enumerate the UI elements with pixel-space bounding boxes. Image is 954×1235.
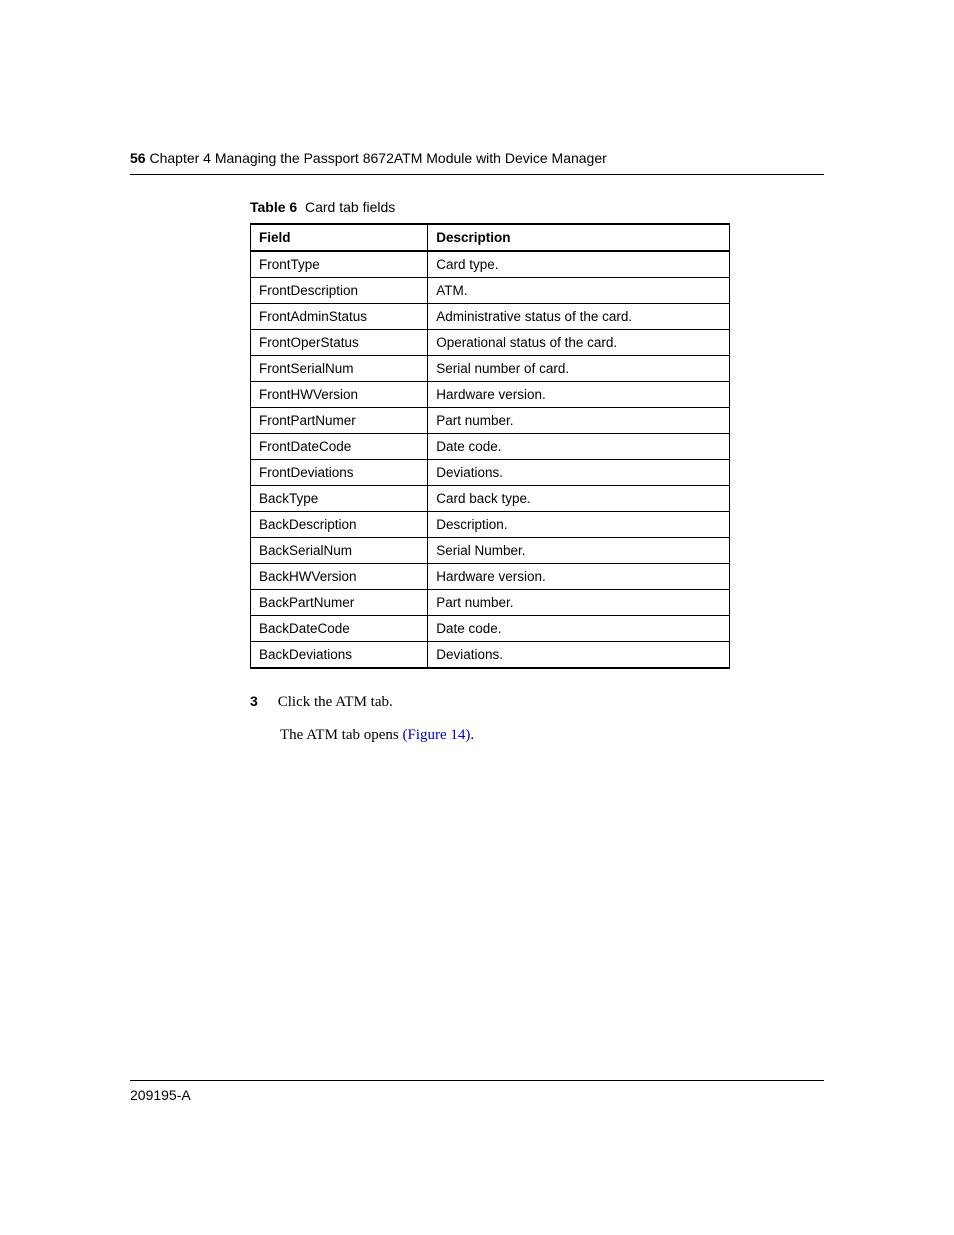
cell-field: BackType bbox=[251, 486, 428, 512]
col-header-description: Description bbox=[428, 224, 730, 251]
card-tab-fields-table: Field Description FrontTypeCard type.Fro… bbox=[250, 223, 730, 669]
cell-field: BackDeviations bbox=[251, 642, 428, 669]
page-number: 56 bbox=[130, 150, 146, 166]
cell-description: Card type. bbox=[428, 251, 730, 278]
table-row: BackPartNumerPart number. bbox=[251, 590, 730, 616]
chapter-title: Chapter 4 Managing the Passport 8672ATM … bbox=[149, 150, 606, 166]
cell-description: Card back type. bbox=[428, 486, 730, 512]
cell-description: Description. bbox=[428, 512, 730, 538]
cell-description: Date code. bbox=[428, 616, 730, 642]
table-row: BackTypeCard back type. bbox=[251, 486, 730, 512]
cell-field: BackHWVersion bbox=[251, 564, 428, 590]
cell-description: Date code. bbox=[428, 434, 730, 460]
body-paragraph: The ATM tab opens (Figure 14). bbox=[280, 727, 824, 744]
cell-field: BackSerialNum bbox=[251, 538, 428, 564]
cell-description: Part number. bbox=[428, 590, 730, 616]
table-row: FrontPartNumerPart number. bbox=[251, 408, 730, 434]
page-header: 56 Chapter 4 Managing the Passport 8672A… bbox=[130, 150, 824, 175]
cell-field: BackPartNumer bbox=[251, 590, 428, 616]
cell-field: FrontPartNumer bbox=[251, 408, 428, 434]
body-suffix: . bbox=[470, 727, 474, 743]
table-caption: Table 6 Card tab fields bbox=[250, 199, 824, 215]
table-row: FrontHWVersionHardware version. bbox=[251, 382, 730, 408]
cell-description: Deviations. bbox=[428, 642, 730, 669]
table-row: BackDeviationsDeviations. bbox=[251, 642, 730, 669]
cell-field: FrontDeviations bbox=[251, 460, 428, 486]
step-3: 3 Click the ATM tab. bbox=[250, 693, 824, 711]
cell-description: Operational status of the card. bbox=[428, 330, 730, 356]
col-header-field: Field bbox=[251, 224, 428, 251]
cell-description: ATM. bbox=[428, 278, 730, 304]
table-row: FrontTypeCard type. bbox=[251, 251, 730, 278]
cell-description: Deviations. bbox=[428, 460, 730, 486]
doc-id: 209195-A bbox=[130, 1087, 191, 1103]
table-header-row: Field Description bbox=[251, 224, 730, 251]
cell-field: BackDescription bbox=[251, 512, 428, 538]
table-row: BackDateCodeDate code. bbox=[251, 616, 730, 642]
cell-description: Hardware version. bbox=[428, 382, 730, 408]
cell-description: Serial Number. bbox=[428, 538, 730, 564]
table-row: BackSerialNumSerial Number. bbox=[251, 538, 730, 564]
table-caption-text: Card tab fields bbox=[305, 199, 395, 215]
cell-field: FrontOperStatus bbox=[251, 330, 428, 356]
body-prefix: The ATM tab opens bbox=[280, 727, 402, 743]
table-row: BackDescriptionDescription. bbox=[251, 512, 730, 538]
cell-field: FrontType bbox=[251, 251, 428, 278]
cell-field: FrontDateCode bbox=[251, 434, 428, 460]
cell-description: Part number. bbox=[428, 408, 730, 434]
table-row: FrontAdminStatusAdministrative status of… bbox=[251, 304, 730, 330]
cell-field: FrontDescription bbox=[251, 278, 428, 304]
table-row: FrontOperStatusOperational status of the… bbox=[251, 330, 730, 356]
table-row: FrontDescriptionATM. bbox=[251, 278, 730, 304]
table-label: Table 6 bbox=[250, 199, 297, 215]
table-row: FrontSerialNumSerial number of card. bbox=[251, 356, 730, 382]
page-footer: 209195-A bbox=[130, 1080, 824, 1105]
cell-field: FrontSerialNum bbox=[251, 356, 428, 382]
cell-description: Serial number of card. bbox=[428, 356, 730, 382]
figure-link[interactable]: (Figure 14) bbox=[402, 727, 470, 743]
cell-field: FrontAdminStatus bbox=[251, 304, 428, 330]
table-row: BackHWVersionHardware version. bbox=[251, 564, 730, 590]
cell-field: BackDateCode bbox=[251, 616, 428, 642]
step-number: 3 bbox=[250, 693, 274, 709]
cell-description: Administrative status of the card. bbox=[428, 304, 730, 330]
cell-field: FrontHWVersion bbox=[251, 382, 428, 408]
step-text: Click the ATM tab. bbox=[278, 694, 393, 710]
cell-description: Hardware version. bbox=[428, 564, 730, 590]
table-row: FrontDeviationsDeviations. bbox=[251, 460, 730, 486]
table-row: FrontDateCodeDate code. bbox=[251, 434, 730, 460]
